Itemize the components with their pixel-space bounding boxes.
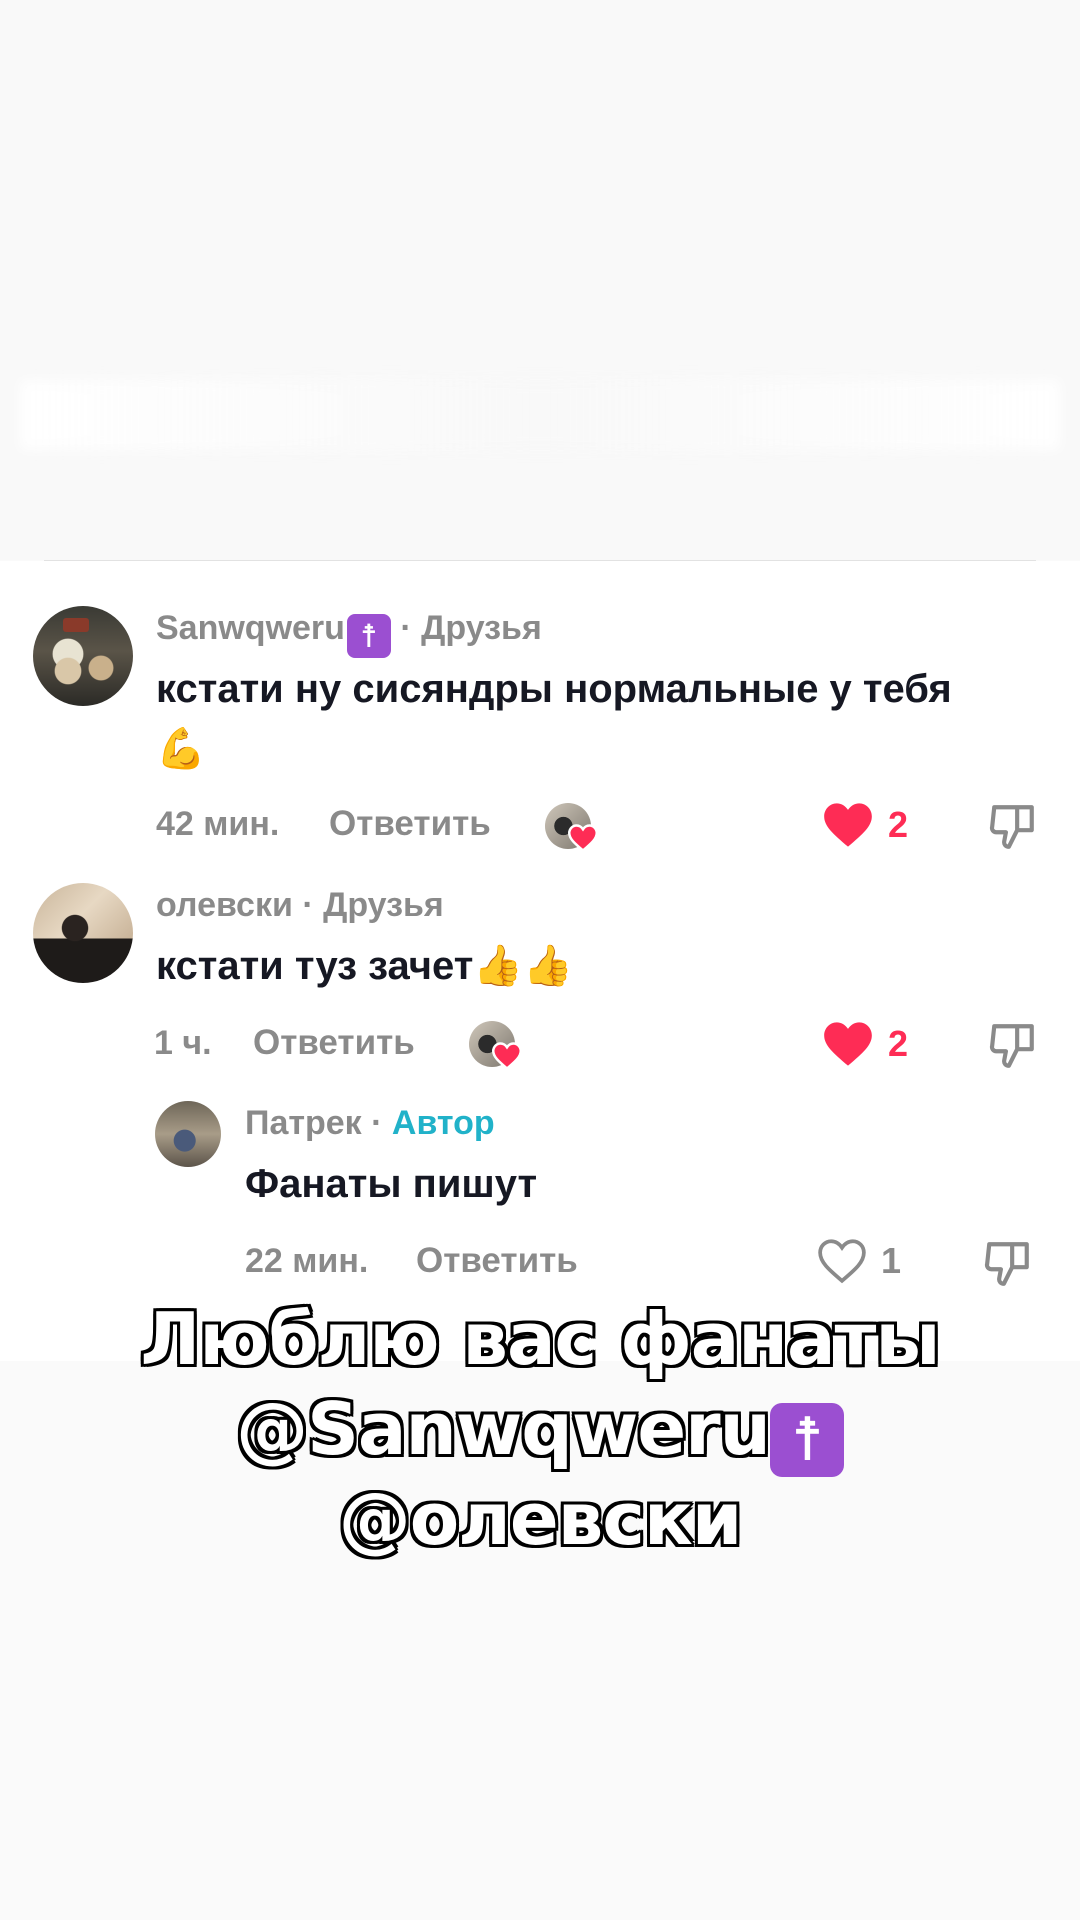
like-button[interactable]: 2 xyxy=(822,801,908,849)
timestamp: 42 мин. xyxy=(156,805,280,843)
avatar[interactable] xyxy=(33,883,133,983)
username[interactable]: Sanwqweru xyxy=(156,609,345,647)
dislike-icon[interactable] xyxy=(988,801,1038,851)
like-button[interactable]: 2 xyxy=(822,1020,908,1068)
separator: · xyxy=(390,609,422,647)
comment-text: кстати туз зачет👍👍 xyxy=(156,944,573,988)
reply-button[interactable]: Ответить xyxy=(329,804,491,844)
like-count: 2 xyxy=(888,804,909,845)
mention: @Sanwqweru xyxy=(235,1386,773,1473)
caption-line-1: Люблю вас фанаты xyxy=(139,1296,942,1383)
emoji: 💪 xyxy=(156,727,206,771)
like-count: 1 xyxy=(881,1240,902,1281)
caption-line-2: @Sanwqweru ☨ xyxy=(0,1384,1080,1477)
author-tag: Автор xyxy=(391,1104,495,1142)
video-background xyxy=(0,0,1080,560)
comment-header: Sanwqweru ☨ · Друзья xyxy=(156,609,542,658)
avatar[interactable] xyxy=(155,1101,221,1167)
caption-line-3: @олевски xyxy=(337,1476,744,1563)
reply-button[interactable]: Ответить xyxy=(416,1241,578,1281)
friends-tag: Друзья xyxy=(323,886,444,924)
avatar[interactable] xyxy=(33,606,133,706)
heart-filled-icon xyxy=(568,824,598,852)
separator: · xyxy=(292,886,324,924)
comment-text: Фанаты пишут xyxy=(245,1162,538,1206)
dislike-icon[interactable] xyxy=(988,1020,1038,1070)
separator: · xyxy=(361,1104,392,1142)
like-count: 2 xyxy=(888,1023,909,1064)
comment-header: олевски · Друзья xyxy=(156,886,444,925)
reply-button[interactable]: Ответить xyxy=(253,1023,415,1063)
dislike-icon[interactable] xyxy=(983,1238,1033,1288)
friends-tag: Друзья xyxy=(421,609,542,647)
orthodox-cross-icon: ☨ xyxy=(769,1403,844,1477)
heart-outline-icon xyxy=(818,1239,866,1284)
heart-filled-icon xyxy=(492,1042,522,1070)
like-button[interactable]: 1 xyxy=(817,1238,901,1284)
blurred-content xyxy=(20,380,1060,450)
heart-filled-icon xyxy=(824,803,872,847)
heart-filled-icon xyxy=(824,1022,872,1066)
comment-header: Патрек · Автор xyxy=(245,1104,495,1143)
username[interactable]: олевски xyxy=(156,886,293,924)
username[interactable]: Патрек xyxy=(245,1104,362,1142)
timestamp: 22 мин. xyxy=(245,1242,369,1280)
comment-text: кстати ну сисяндры нормальные у тебя 💪 xyxy=(156,667,952,771)
comments-panel: Sanwqweru ☨ · Друзья кстати ну сисяндры н… xyxy=(0,561,1080,1361)
timestamp: 1 ч. xyxy=(154,1024,212,1062)
emoji: 👍👍 xyxy=(473,944,573,988)
orthodox-cross-icon: ☨ xyxy=(346,614,391,658)
